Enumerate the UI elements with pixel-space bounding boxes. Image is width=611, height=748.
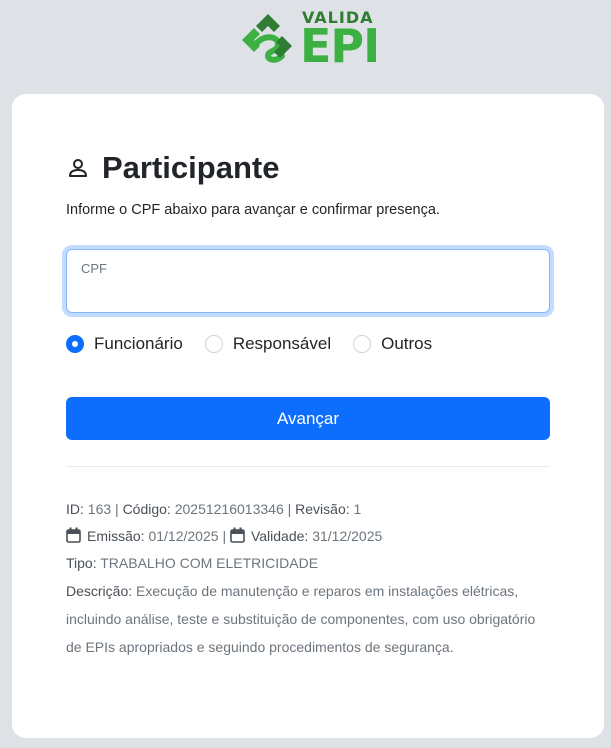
separator: | [115,501,119,517]
description-value: Execução de manutenção e reparos em inst… [66,583,536,655]
id-label: ID: [66,501,84,517]
separator: | [287,501,292,517]
card-header: Participante [66,150,279,186]
details-line-dates: Emissão: 01/12/2025 | Validade: 31/12/20… [66,523,550,550]
separator: | [222,528,227,544]
revision-label: Revisão: [295,501,350,517]
brand-logo: VALIDA EPI [238,6,380,70]
cpf-input[interactable]: CPF [66,249,550,313]
radio-option-outros[interactable]: Outros [353,334,432,354]
radio-option-responsavel[interactable]: Responsável [204,334,332,354]
issue-value: 01/12/2025 [148,528,219,544]
type-value: TRABALHO COM ELETRICIDADE [100,555,319,571]
id-value: 163 [87,501,112,517]
radio-button-responsavel[interactable] [204,335,223,353]
page-title: Participante [102,150,280,185]
radio-button-funcionario[interactable] [66,335,84,353]
details-line-description: Descrição: Execução de manutenção e repa… [66,577,550,661]
description-label: Descrição: [66,583,133,599]
validity-label: Validade: [250,528,309,544]
calendar-icon [230,527,245,543]
brand-name-big: EPI [300,19,380,73]
instructions-text: Informe o CPF abaixo para avançar e conf… [66,202,440,218]
brand-mark-icon [242,14,292,63]
code-label: Código: [122,501,171,517]
issue-label: Emissão: [87,528,145,544]
participant-type-radio-group: Funcionário Responsável Outros [66,334,454,354]
event-details: ID: 163 | Código: 20251216013346 | Revis… [66,496,550,661]
participant-card: Participante Informe o CPF abaixo para a… [12,94,604,738]
divider [66,466,550,467]
cpf-floating-label: CPF [81,261,107,276]
details-line-ids: ID: 163 | Código: 20251216013346 | Revis… [66,496,550,523]
radio-label-outros: Outros [381,334,433,353]
code-value: 20251216013346 [174,501,284,517]
person-icon [69,159,87,177]
radio-label-responsavel: Responsável [232,334,332,353]
revision-value: 1 [353,501,362,517]
radio-button-outros[interactable] [353,335,372,353]
radio-option-funcionario[interactable]: Funcionário [66,334,183,354]
advance-button[interactable]: Avançar [66,397,550,440]
details-line-type: Tipo: TRABALHO COM ELETRICIDADE [66,550,550,577]
type-label: Tipo: [66,555,97,571]
calendar-icon [66,527,81,543]
validity-value: 31/12/2025 [312,528,383,544]
radio-label-funcionario: Funcionário [94,334,183,353]
